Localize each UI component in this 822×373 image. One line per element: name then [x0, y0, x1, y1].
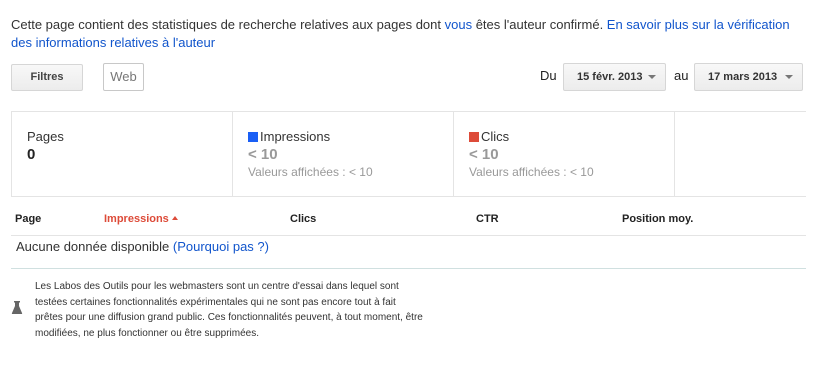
stat-pages: Pages 0 — [11, 112, 233, 196]
date-to-label: au — [674, 68, 689, 83]
stat-impressions-sub: Valeurs affichées : < 10 — [248, 165, 373, 179]
date-to-dropdown[interactable]: 17 mars 2013 — [694, 63, 803, 91]
stat-clicks-value: < 10 — [469, 146, 499, 163]
chevron-down-icon — [648, 75, 656, 79]
stat-clicks[interactable]: Clics < 10 Valeurs affichées : < 10 — [454, 112, 675, 196]
stat-clicks-title: Clics — [481, 129, 510, 144]
table-header: Page Impressions Clics CTR Position moy. — [11, 202, 806, 236]
empty-state-text: Aucune donnée disponible — [16, 239, 173, 254]
stat-impressions-value: < 10 — [248, 146, 278, 163]
column-header-ctr[interactable]: CTR — [476, 213, 499, 225]
stat-pages-value: 0 — [27, 146, 36, 163]
column-header-avg-position[interactable]: Position moy. — [622, 213, 693, 225]
column-header-clicks[interactable]: Clics — [290, 213, 316, 225]
web-filter-field[interactable]: Web — [103, 63, 144, 91]
date-from-dropdown[interactable]: 15 févr. 2013 — [563, 63, 666, 91]
stat-clicks-sub: Valeurs affichées : < 10 — [469, 165, 594, 179]
flask-icon — [11, 301, 23, 320]
stat-impressions-title: Impressions — [260, 129, 331, 144]
column-header-impressions-label: Impressions — [104, 213, 169, 225]
stats-panel: Pages 0 Impressions < 10 Valeurs affiché… — [11, 111, 806, 197]
column-header-impressions[interactable]: Impressions — [104, 213, 178, 225]
date-to-value: 17 mars 2013 — [708, 71, 778, 83]
impressions-color-swatch — [248, 132, 258, 142]
stat-pages-title: Pages — [27, 129, 64, 144]
divider — [11, 268, 806, 269]
why-not-link[interactable]: (Pourquoi pas ?) — [173, 239, 269, 254]
filters-button[interactable]: Filtres — [11, 64, 83, 91]
clicks-color-swatch — [469, 132, 479, 142]
column-header-page[interactable]: Page — [15, 213, 41, 225]
date-from-value: 15 févr. 2013 — [577, 71, 643, 83]
intro-text-part2: êtes l'auteur confirmé. — [472, 17, 607, 32]
intro-text-part1: Cette page contient des statistiques de … — [11, 17, 445, 32]
intro-text: Cette page contient des statistiques de … — [11, 16, 801, 52]
chevron-down-icon — [785, 75, 793, 79]
stat-impressions-title-wrap: Impressions — [248, 129, 330, 144]
stat-impressions[interactable]: Impressions < 10 Valeurs affichées : < 1… — [233, 112, 454, 196]
date-from-label: Du — [540, 68, 557, 83]
vous-link[interactable]: vous — [445, 17, 472, 32]
sort-ascending-icon — [171, 216, 178, 220]
labs-disclaimer: Les Labos des Outils pour les webmasters… — [35, 281, 423, 339]
stat-clicks-title-wrap: Clics — [469, 129, 509, 144]
empty-state: Aucune donnée disponible (Pourquoi pas ?… — [16, 239, 269, 254]
